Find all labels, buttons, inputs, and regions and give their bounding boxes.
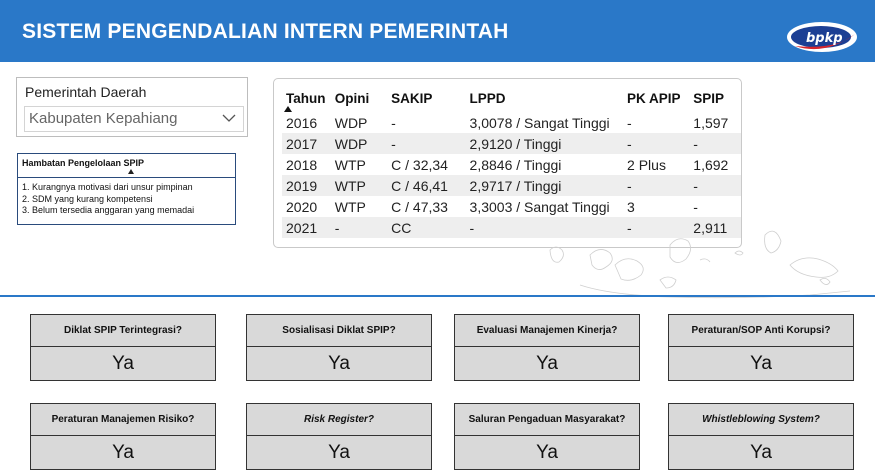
table-header-row: Tahun Opini SAKIP LPPD PK APIP SPIP — [282, 85, 741, 112]
region-slicer: Pemerintah Daerah Kabupaten Kepahiang — [16, 77, 248, 137]
cell-lppd: 2,9717 / Tinggi — [469, 175, 628, 196]
cell-sakip: - — [391, 133, 470, 154]
sort-ascending-icon — [128, 169, 134, 174]
card-label: Peraturan/SOP Anti Korupsi? — [669, 315, 853, 347]
cell-pk-apip: 3 — [627, 198, 635, 215]
table-row[interactable]: 2018 WTP C / 32,34 2,8846 / Tinggi 2 Plu… — [282, 154, 741, 175]
cell-sakip: C / 46,41 — [391, 175, 470, 196]
svg-text:bpkp: bpkp — [806, 31, 843, 46]
cell-pk-apip: - — [627, 133, 694, 154]
list-item: 2. SDM yang kurang kompetensi — [22, 193, 153, 204]
column-header-pk-apip[interactable]: PK APIP — [627, 85, 693, 112]
card-value: Ya — [328, 353, 350, 374]
cell-pk-apip: - — [627, 175, 694, 196]
card-evaluasi-manajemen-kinerja: Evaluasi Manajemen Kinerja? Ya — [454, 314, 640, 381]
sort-ascending-icon — [284, 106, 292, 112]
card-value: Ya — [750, 442, 772, 463]
column-header-tahun[interactable]: Tahun — [282, 85, 335, 112]
cell-sakip: C / 47,33 — [391, 198, 448, 215]
region-selected-value: Kabupaten Kepahiang — [29, 110, 178, 127]
cell-tahun: 2016 — [286, 114, 318, 131]
card-label: Whistleblowing System? — [669, 404, 853, 436]
cell-opini: WDP — [334, 133, 392, 154]
card-value: Ya — [536, 353, 558, 374]
table-row[interactable]: 2017 WDP - 2,9120 / Tinggi - - — [282, 133, 741, 154]
card-sosialisasi-diklat: Sosialisasi Diklat SPIP? Ya — [246, 314, 432, 381]
column-header-sakip[interactable]: SAKIP — [391, 85, 469, 112]
cell-sakip: C / 32,34 — [391, 156, 448, 173]
column-header-opini[interactable]: Opini — [335, 85, 391, 112]
section-divider — [0, 295, 875, 297]
cell-spip: 1,597 — [693, 114, 729, 131]
cell-sakip: - — [391, 114, 396, 131]
table-row[interactable]: 2016 WDP - 3,0078 / Sangat Tinggi - 1,59… — [282, 112, 741, 133]
card-value: Ya — [328, 442, 350, 463]
summary-table: Tahun Opini SAKIP LPPD PK APIP SPIP 2016… — [282, 85, 741, 238]
card-value: Ya — [750, 353, 772, 374]
column-header-spip[interactable]: SPIP — [693, 85, 741, 112]
cell-opini: WTP — [334, 156, 366, 173]
card-label: Sosialisasi Diklat SPIP? — [247, 315, 431, 347]
region-dropdown[interactable]: Kabupaten Kepahiang — [24, 106, 244, 132]
page-title: SISTEM PENGENDALIAN INTERN PEMERINTAH — [22, 20, 509, 43]
card-diklat-spip: Diklat SPIP Terintegrasi? Ya — [30, 314, 216, 381]
card-label: Saluran Pengaduan Masyarakat? — [455, 404, 639, 436]
cell-sakip: CC — [391, 217, 470, 238]
cell-tahun: 2019 — [282, 175, 335, 196]
cell-tahun: 2021 — [282, 217, 335, 238]
chevron-down-icon — [222, 114, 236, 122]
cell-lppd: 2,8846 / Tinggi — [469, 156, 562, 173]
card-whistleblowing-system: Whistleblowing System? Ya — [668, 403, 854, 470]
cell-lppd: 2,9120 / Tinggi — [469, 133, 628, 154]
obstacles-panel: Hambatan Pengelolaan SPIP 1. Kurangnya m… — [17, 153, 236, 225]
cell-lppd: 3,3003 / Sangat Tinggi — [469, 198, 610, 215]
cell-tahun: 2018 — [286, 156, 318, 173]
cell-spip: - — [693, 198, 698, 215]
cell-opini: WTP — [334, 175, 392, 196]
card-saluran-pengaduan: Saluran Pengaduan Masyarakat? Ya — [454, 403, 640, 470]
region-label: Pemerintah Daerah — [25, 84, 147, 100]
card-value: Ya — [112, 442, 134, 463]
cell-opini: - — [334, 217, 392, 238]
list-item: 1. Kurangnya motivasi dari unsur pimpina… — [22, 182, 193, 192]
cell-spip: 1,692 — [693, 156, 729, 173]
card-value: Ya — [536, 442, 558, 463]
column-header-lppd[interactable]: LPPD — [470, 85, 628, 112]
card-sop-anti-korupsi: Peraturan/SOP Anti Korupsi? Ya — [668, 314, 854, 381]
obstacles-title: Hambatan Pengelolaan SPIP — [22, 158, 145, 168]
bpkp-logo: bpkp — [787, 22, 857, 52]
cell-tahun: 2017 — [282, 133, 335, 154]
card-value: Ya — [112, 353, 134, 374]
cell-opini: WTP — [334, 198, 366, 215]
cell-tahun: 2020 — [286, 198, 318, 215]
cell-pk-apip: 2 Plus — [627, 156, 666, 173]
cell-spip: - — [693, 175, 741, 196]
card-label: Peraturan Manajemen Risiko? — [31, 404, 215, 436]
cell-pk-apip: - — [627, 114, 632, 131]
indonesia-map-graphic — [549, 230, 851, 299]
cell-spip: - — [693, 133, 741, 154]
card-risk-register: Risk Register? Ya — [246, 403, 432, 470]
list-item: 3. Belum tersedia anggaran yang memadai — [22, 205, 195, 215]
card-label: Evaluasi Manajemen Kinerja? — [455, 315, 639, 347]
obstacles-header[interactable]: Hambatan Pengelolaan SPIP — [18, 154, 235, 178]
card-manajemen-risiko: Peraturan Manajemen Risiko? Ya — [30, 403, 216, 470]
card-label: Diklat SPIP Terintegrasi? — [31, 315, 215, 347]
obstacles-list: 1. Kurangnya motivasi dari unsur pimpina… — [22, 182, 194, 217]
cell-opini: WDP — [334, 114, 368, 131]
header-bar: SISTEM PENGENDALIAN INTERN PEMERINTAH bp… — [0, 0, 875, 62]
table-row[interactable]: 2020 WTP C / 47,33 3,3003 / Sangat Tingg… — [282, 196, 741, 217]
card-label: Risk Register? — [247, 404, 431, 436]
table-row[interactable]: 2019 WTP C / 46,41 2,9717 / Tinggi - - — [282, 175, 741, 196]
summary-table-card: Tahun Opini SAKIP LPPD PK APIP SPIP 2016… — [273, 78, 742, 248]
cell-lppd: 3,0078 / Sangat Tinggi — [469, 114, 610, 131]
